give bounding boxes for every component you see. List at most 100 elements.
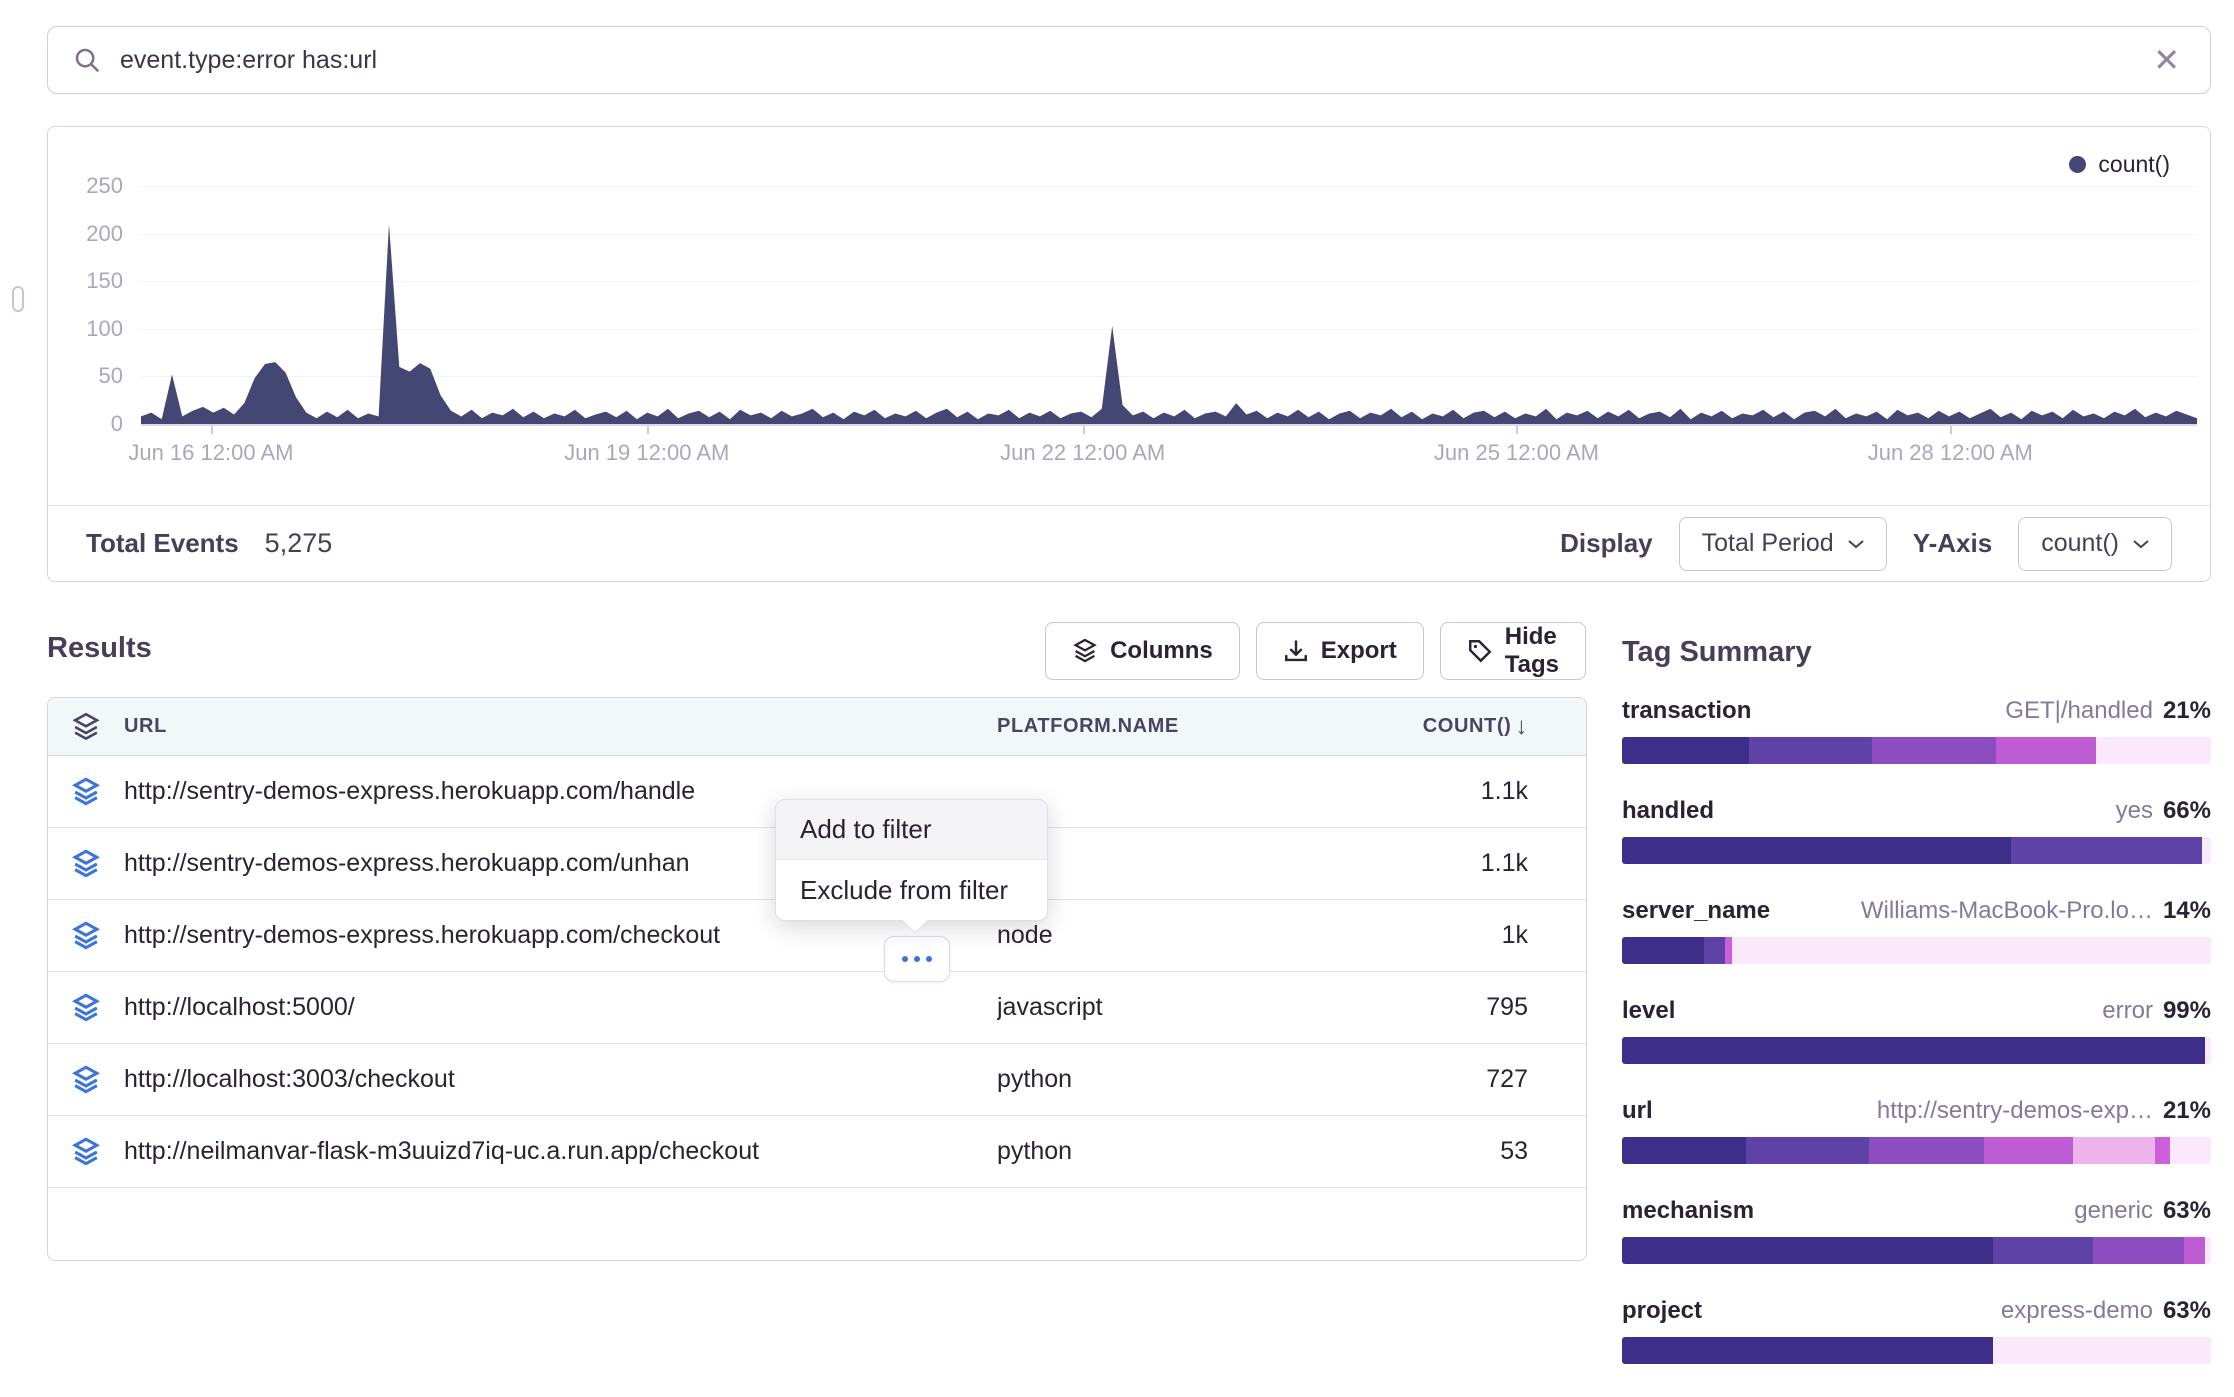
tag-bar-segment[interactable] <box>1872 737 1996 764</box>
yaxis-dropdown[interactable]: count() <box>2018 517 2172 571</box>
tag-bar-segment[interactable] <box>1622 837 2011 864</box>
tag-percent: 14% <box>2163 897 2211 925</box>
table-row[interactable] <box>48 1188 1586 1260</box>
tag-percent: 66% <box>2163 797 2211 825</box>
panel-drag-handle[interactable] <box>12 286 24 312</box>
url-cell: http://localhost:3003/checkout <box>124 1065 997 1094</box>
tag-bar-segment[interactable] <box>2011 837 2202 864</box>
platform-cell: python <box>997 1137 1418 1166</box>
y-axis-tick: 50 <box>48 363 123 389</box>
tag-percent: 99% <box>2163 997 2211 1025</box>
tag-bar-segment[interactable] <box>1622 737 1749 764</box>
open-group-layers-icon[interactable] <box>48 921 124 951</box>
search-icon <box>72 45 102 75</box>
open-group-layers-icon[interactable] <box>48 849 124 879</box>
tag-distribution-bar[interactable] <box>1622 937 2211 964</box>
count-cell: 727 <box>1418 1065 1558 1094</box>
export-button[interactable]: Export <box>1256 622 1424 680</box>
tag-name: handled <box>1622 797 1714 825</box>
url-cell: http://localhost:5000/ <box>124 993 997 1022</box>
tag-bar-segment[interactable] <box>2093 1237 2184 1264</box>
table-row[interactable]: http://localhost:3003/checkout python 72… <box>48 1044 1586 1116</box>
download-icon <box>1283 638 1309 664</box>
open-group-layers-icon[interactable] <box>48 1065 124 1095</box>
cell-actions-menu: Add to filterExclude from filter <box>775 799 1048 921</box>
legend-label: count() <box>2098 151 2170 178</box>
tag-bar-segment[interactable] <box>2170 1137 2211 1164</box>
hide-tags-button[interactable]: Hide Tags <box>1440 622 1586 680</box>
column-header-url[interactable]: URL <box>124 715 997 738</box>
tag-percent: 63% <box>2163 1297 2211 1325</box>
open-group-layers-icon[interactable] <box>48 777 124 807</box>
tag-distribution-bar[interactable] <box>1622 837 2211 864</box>
columns-button[interactable]: Columns <box>1045 622 1240 680</box>
tag-bar-segment[interactable] <box>1725 937 1732 964</box>
search-input[interactable] <box>120 46 2147 75</box>
table-row[interactable]: http://localhost:5000/ javascript 795 <box>48 972 1586 1044</box>
tag-name: transaction <box>1622 697 1751 725</box>
url-cell: http://neilmanvar-flask-m3uuizd7iq-uc.a.… <box>124 1137 997 1166</box>
tag-percent: 21% <box>2163 1097 2211 1125</box>
tag-bar-segment[interactable] <box>2155 1137 2170 1164</box>
tag-distribution-bar[interactable] <box>1622 1337 2211 1364</box>
tag-distribution-bar[interactable] <box>1622 1237 2211 1264</box>
tag-bar-segment[interactable] <box>2096 737 2211 764</box>
tag-icon <box>1467 638 1493 664</box>
count-cell: 795 <box>1418 993 1558 1022</box>
tag-bar-segment[interactable] <box>1993 1237 2093 1264</box>
column-header-count[interactable]: COUNT() ↓ <box>1418 713 1558 741</box>
total-events-value: 5,275 <box>265 528 333 559</box>
tag-bar-segment[interactable] <box>1622 1337 1993 1364</box>
tag-bar-segment[interactable] <box>1622 937 1704 964</box>
tag-bar-segment[interactable] <box>1869 1137 1984 1164</box>
menu-item-add-to-filter[interactable]: Add to filter <box>776 800 1047 860</box>
x-axis-tick: Jun 22 12:00 AM <box>1000 440 1165 466</box>
clear-search-icon[interactable]: ✕ <box>2147 40 2186 80</box>
tag-top-value: express-demo <box>2001 1297 2153 1325</box>
tag-bar-segment[interactable] <box>1622 1037 2205 1064</box>
tag-bar-segment[interactable] <box>1704 937 1725 964</box>
tag-bar-segment[interactable] <box>1622 1137 1746 1164</box>
table-header-row: URL PLATFORM.NAME COUNT() ↓ <box>48 698 1586 756</box>
open-group-layers-icon[interactable] <box>48 993 124 1023</box>
tag-bar-segment[interactable] <box>1746 1137 1870 1164</box>
display-dropdown[interactable]: Total Period <box>1679 517 1887 571</box>
open-group-layers-icon[interactable] <box>48 1137 124 1167</box>
legend-dot-icon <box>2069 156 2086 173</box>
platform-cell: node <box>997 921 1418 950</box>
chart-footer: Total Events 5,275 Display Total Period … <box>48 505 2210 581</box>
display-label: Display <box>1560 528 1653 559</box>
tag-bar-segment[interactable] <box>2073 1137 2155 1164</box>
tag-bar-segment[interactable] <box>1993 1337 2211 1364</box>
chevron-down-icon <box>1848 539 1864 549</box>
y-axis-tick: 100 <box>48 316 123 342</box>
tag-percent: 63% <box>2163 1197 2211 1225</box>
row-actions-button[interactable] <box>884 936 950 982</box>
events-chart-panel: count() 050100150200250 Jun 16 12:00 AMJ… <box>47 126 2211 582</box>
tag-bar-segment[interactable] <box>1749 737 1873 764</box>
tag-percent: 21% <box>2163 697 2211 725</box>
tag-bar-segment[interactable] <box>1984 1137 2072 1164</box>
platform-cell: python <box>997 1065 1418 1094</box>
tag-distribution-bar[interactable] <box>1622 1037 2211 1064</box>
yaxis-dropdown-value: count() <box>2041 529 2119 558</box>
column-header-platform[interactable]: PLATFORM.NAME <box>997 715 1418 738</box>
tag-distribution-bar[interactable] <box>1622 1137 2211 1164</box>
tag-block-server_name: server_name Williams-MacBook-Pro.lo… 14% <box>1622 897 2211 964</box>
tag-bar-segment[interactable] <box>2202 837 2211 864</box>
tag-top-value: yes <box>2116 797 2153 825</box>
button-label: Columns <box>1110 637 1213 665</box>
tag-bar-segment[interactable] <box>2205 1037 2211 1064</box>
y-axis-tick: 200 <box>48 221 123 247</box>
table-row[interactable]: http://neilmanvar-flask-m3uuizd7iq-uc.a.… <box>48 1116 1586 1188</box>
tag-bar-segment[interactable] <box>2184 1237 2205 1264</box>
tag-bar-segment[interactable] <box>1996 737 2096 764</box>
count-cell: 1.1k <box>1418 849 1558 878</box>
tag-name: server_name <box>1622 897 1770 925</box>
tag-bar-segment[interactable] <box>2205 1237 2211 1264</box>
tag-distribution-bar[interactable] <box>1622 737 2211 764</box>
tag-bar-segment[interactable] <box>1622 1237 1993 1264</box>
tag-bar-segment[interactable] <box>1732 937 2211 964</box>
display-dropdown-value: Total Period <box>1702 529 1834 558</box>
platform-cell: javascript <box>997 993 1418 1022</box>
